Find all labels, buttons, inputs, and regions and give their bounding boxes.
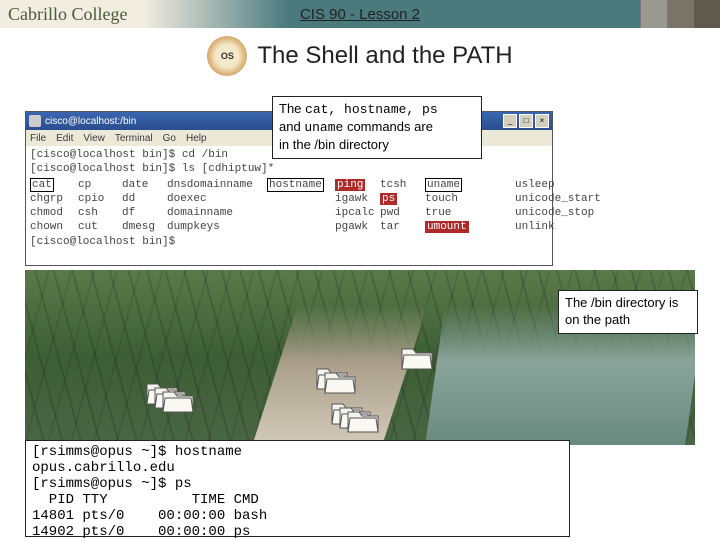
command-cell: chown	[30, 220, 78, 234]
os-icon: OS	[207, 36, 247, 76]
command-cell: umount	[425, 220, 515, 234]
command-cell: cut	[78, 220, 122, 234]
command-cell: uname	[425, 178, 515, 192]
command-cell: unicode_stop	[515, 206, 571, 220]
menu-terminal[interactable]: Terminal	[115, 133, 153, 144]
term-line: [cisco@localhost bin]$	[30, 235, 548, 249]
command-cell: tcsh	[380, 178, 425, 192]
command-cell	[267, 220, 335, 234]
command-cell: ping	[335, 178, 380, 192]
command-cell: chmod	[30, 206, 78, 220]
command-cell: cpio	[78, 192, 122, 206]
menu-edit[interactable]: Edit	[56, 133, 73, 144]
command-cell: hostname	[267, 178, 335, 192]
command-cell: unlink	[515, 220, 571, 234]
menu-file[interactable]: File	[30, 133, 46, 144]
header-banner: Cabrillo College CIS 90 - Lesson 2	[0, 0, 720, 28]
callout-path: The /bin directory is on the path	[558, 290, 698, 334]
slide-title: The Shell and the PATH	[257, 42, 512, 70]
term-line: [cisco@localhost bin]$ ls [cdhiptuw]*	[30, 162, 548, 176]
menu-view[interactable]: View	[83, 133, 105, 144]
maximize-icon[interactable]: □	[519, 114, 533, 128]
command-cell: date	[122, 178, 167, 192]
titlebar-icon	[29, 115, 41, 127]
command-cell: dumpkeys	[167, 220, 267, 234]
callout-commands: The cat, hostname, ps and uname commands…	[272, 96, 482, 159]
close-icon[interactable]: ×	[535, 114, 549, 128]
banner-photo	[640, 0, 720, 28]
command-cell	[267, 192, 335, 206]
command-cell: cat	[30, 178, 78, 192]
command-cell: usleep	[515, 178, 571, 192]
folder-icon	[161, 388, 195, 414]
command-cell: tar	[380, 220, 425, 234]
menu-go[interactable]: Go	[163, 133, 176, 144]
command-cell: df	[122, 206, 167, 220]
command-cell: dnsdomainname	[167, 178, 267, 192]
command-cell: ps	[380, 192, 425, 206]
command-cell: csh	[78, 206, 122, 220]
command-cell: igawk	[335, 192, 380, 206]
command-cell: dd	[122, 192, 167, 206]
folder-icon	[400, 345, 434, 371]
command-cell	[267, 206, 335, 220]
command-cell: cp	[78, 178, 122, 192]
minimize-icon[interactable]: _	[503, 114, 517, 128]
command-cell: chgrp	[30, 192, 78, 206]
logo-text: Cabrillo College	[8, 4, 127, 24]
command-cell: unicode_start	[515, 192, 571, 206]
college-logo: Cabrillo College	[0, 4, 127, 25]
command-cell: dmesg	[122, 220, 167, 234]
command-cell: domainname	[167, 206, 267, 220]
bottom-terminal: [rsimms@opus ~]$ hostname opus.cabrillo.…	[25, 440, 570, 537]
command-cell: true	[425, 206, 515, 220]
command-cell: touch	[425, 192, 515, 206]
command-cell: ipcalc	[335, 206, 380, 220]
terminal-body: [cisco@localhost bin]$ cd /bin [cisco@lo…	[26, 146, 552, 265]
command-grid: catcpdatednsdomainnamehostnamepingtcshun…	[30, 178, 548, 235]
folder-icon	[323, 369, 357, 395]
command-cell: pgawk	[335, 220, 380, 234]
folder-icon	[346, 408, 380, 434]
course-title: CIS 90 - Lesson 2	[300, 6, 420, 23]
command-cell: doexec	[167, 192, 267, 206]
command-cell: pwd	[380, 206, 425, 220]
menu-help[interactable]: Help	[186, 133, 207, 144]
slide-title-row: OS The Shell and the PATH	[0, 36, 720, 76]
